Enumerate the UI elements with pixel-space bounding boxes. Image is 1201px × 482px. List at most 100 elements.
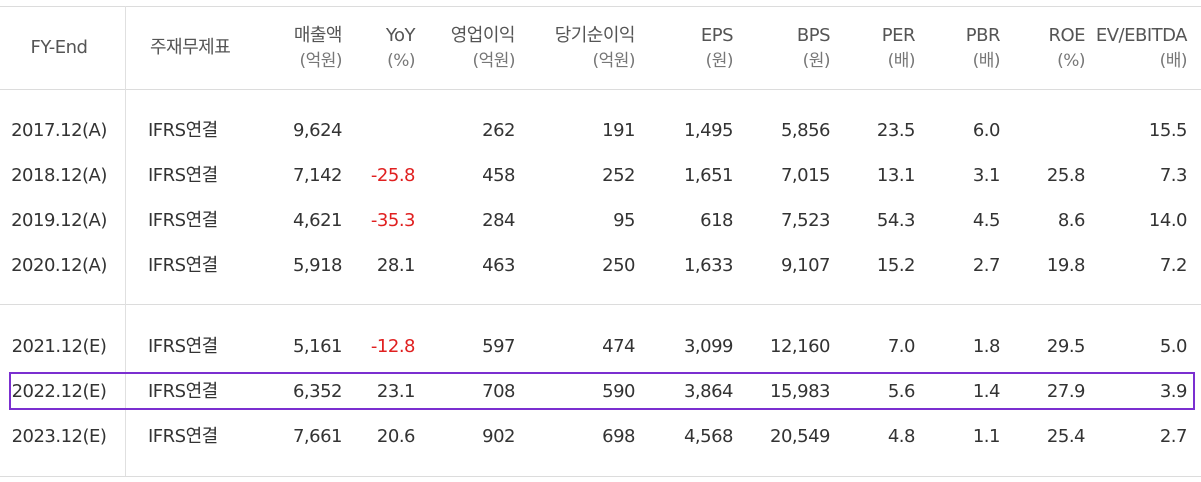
cell-operating-profit: 902 xyxy=(482,426,515,447)
cell-bps: 7,015 xyxy=(780,165,831,186)
cell-per: 7.0 xyxy=(887,336,916,357)
header-yoy: YoY xyxy=(385,25,416,46)
cell-fy-end: 2018.12(A) xyxy=(11,165,107,186)
cell-sales: 5,918 xyxy=(292,255,343,276)
cell-yoy: 20.6 xyxy=(376,426,416,447)
cell-net-income: 252 xyxy=(602,165,635,186)
cell-roe: 25.8 xyxy=(1046,165,1086,186)
table-row: 2018.12(A) IFRS연결 7,142 -25.8 458 252 1,651 7,0… xyxy=(0,166,1201,206)
cell-eps: 1,633 xyxy=(683,255,734,276)
cell-operating-profit: 458 xyxy=(482,165,515,186)
cell-fy-end: 2017.12(A) xyxy=(11,120,107,141)
cell-sales: 5,161 xyxy=(292,336,343,357)
cell-roe: 19.8 xyxy=(1046,255,1086,276)
cell-ev-ebitda: 5.0 xyxy=(1159,336,1188,357)
financial-summary-table: FY-End 주재무제표 매출액 (억원) YoY (%) 영업이익 (억원) 당기순이익 (억원… xyxy=(0,0,1201,482)
header-eps-unit: (원) xyxy=(705,51,734,71)
cell-yoy: -12.8 xyxy=(370,336,416,357)
cell-sales: 9,624 xyxy=(292,120,343,141)
cell-per: 13.1 xyxy=(876,165,916,186)
cell-fy-end: 2023.12(E) xyxy=(11,426,107,447)
cell-pbr: 1.1 xyxy=(972,426,1001,447)
table-row: 2019.12(A) IFRS연결 4,621 -35.3 284 95 618 7,523 5… xyxy=(0,211,1201,251)
cell-eps: 618 xyxy=(700,210,733,231)
cell-operating-profit: 597 xyxy=(482,336,515,357)
cell-sales: 7,661 xyxy=(292,426,343,447)
header-per: PER xyxy=(881,25,916,46)
cell-net-income: 250 xyxy=(602,255,635,276)
cell-bps: 9,107 xyxy=(780,255,831,276)
cell-net-income: 698 xyxy=(602,426,635,447)
cell-eps: 1,495 xyxy=(683,120,734,141)
cell-operating-profit: 262 xyxy=(482,120,515,141)
header-bps: BPS xyxy=(796,25,831,46)
cell-ev-ebitda: 7.2 xyxy=(1159,255,1188,276)
cell-primary-statement: IFRS연결 xyxy=(148,426,218,447)
header-pbr: PBR xyxy=(965,25,1001,46)
cell-fy-end: 2021.12(E) xyxy=(11,336,107,357)
table-row: 2021.12(E) IFRS연결 5,161 -12.8 597 474 3,099 12,… xyxy=(0,337,1201,377)
cell-primary-statement: IFRS연결 xyxy=(148,255,218,276)
header-bps-unit: (원) xyxy=(802,51,831,71)
header-sales: 매출액 xyxy=(293,25,343,46)
header-operating-profit: 영업이익 xyxy=(450,25,516,46)
cell-pbr: 2.7 xyxy=(972,255,1001,276)
header-per-unit: (배) xyxy=(887,51,916,71)
cell-bps: 20,549 xyxy=(770,426,830,447)
cell-ev-ebitda: 14.0 xyxy=(1148,210,1188,231)
header-eps: EPS xyxy=(700,25,734,46)
header-bottom-border xyxy=(0,89,1201,90)
highlighted-row-outline xyxy=(9,372,1195,410)
cell-per: 4.8 xyxy=(887,426,916,447)
cell-primary-statement: IFRS연결 xyxy=(148,120,218,141)
cell-operating-profit: 284 xyxy=(482,210,515,231)
cell-operating-profit: 463 xyxy=(482,255,515,276)
header-sales-unit: (억원) xyxy=(299,51,342,71)
cell-yoy: -35.3 xyxy=(370,210,416,231)
cell-yoy: -25.8 xyxy=(370,165,416,186)
cell-ev-ebitda: 7.3 xyxy=(1159,165,1188,186)
cell-ev-ebitda: 15.5 xyxy=(1148,120,1188,141)
cell-per: 15.2 xyxy=(876,255,916,276)
section-divider xyxy=(0,304,1201,305)
cell-pbr: 6.0 xyxy=(972,120,1001,141)
header-roe: ROE xyxy=(1048,25,1085,46)
cell-pbr: 3.1 xyxy=(972,165,1001,186)
table-top-border xyxy=(0,6,1201,7)
cell-roe: 29.5 xyxy=(1046,336,1086,357)
table-bottom-border xyxy=(0,476,1201,477)
cell-primary-statement: IFRS연결 xyxy=(148,165,218,186)
cell-fy-end: 2019.12(A) xyxy=(11,210,107,231)
header-roe-unit: (%) xyxy=(1057,51,1085,71)
cell-primary-statement: IFRS연결 xyxy=(148,210,218,231)
header-net-income: 당기순이익 xyxy=(554,25,636,46)
header-primary-statement: 주재무제표 xyxy=(150,37,231,58)
cell-bps: 7,523 xyxy=(780,210,831,231)
cell-pbr: 4.5 xyxy=(972,210,1001,231)
cell-net-income: 191 xyxy=(602,120,635,141)
cell-roe: 8.6 xyxy=(1057,210,1086,231)
table-row: 2023.12(E) IFRS연결 7,661 20.6 902 698 4,568 20,5… xyxy=(0,427,1201,467)
cell-net-income: 95 xyxy=(613,210,635,231)
header-net-income-unit: (억원) xyxy=(592,51,635,71)
cell-eps: 3,099 xyxy=(683,336,734,357)
cell-sales: 7,142 xyxy=(292,165,343,186)
cell-primary-statement: IFRS연결 xyxy=(148,336,218,357)
cell-per: 23.5 xyxy=(876,120,916,141)
header-ev-ebitda-unit: (배) xyxy=(1159,51,1188,71)
table-row: 2020.12(A) IFRS연결 5,918 28.1 463 250 1,633 9,10… xyxy=(0,256,1201,296)
cell-pbr: 1.8 xyxy=(972,336,1001,357)
cell-roe: 25.4 xyxy=(1046,426,1086,447)
header-fy-end: FY-End xyxy=(30,37,88,58)
cell-net-income: 474 xyxy=(602,336,635,357)
cell-fy-end: 2020.12(A) xyxy=(11,255,107,276)
cell-per: 54.3 xyxy=(876,210,916,231)
header-yoy-unit: (%) xyxy=(387,51,415,71)
header-ev-ebitda: EV/EBITDA xyxy=(1095,25,1188,46)
cell-sales: 4,621 xyxy=(292,210,343,231)
cell-eps: 1,651 xyxy=(683,165,734,186)
cell-yoy: 28.1 xyxy=(376,255,416,276)
header-operating-profit-unit: (억원) xyxy=(472,51,515,71)
table-row: 2017.12(A) IFRS연결 9,624 262 191 1,495 5,856 23.… xyxy=(0,121,1201,161)
cell-eps: 4,568 xyxy=(683,426,734,447)
